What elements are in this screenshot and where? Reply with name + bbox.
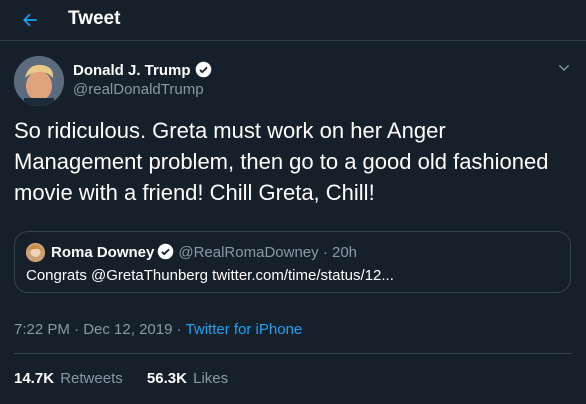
retweets-label: Retweets	[60, 370, 123, 387]
quote-author-handle: @RealRomaDowney	[178, 244, 319, 261]
tweet-date[interactable]: Dec 12, 2019	[83, 321, 172, 338]
retweets-count: 14.7K	[14, 370, 55, 387]
retweets-stat[interactable]: 14.7K Retweets	[14, 370, 127, 387]
timestamp-separator: ·	[74, 321, 80, 338]
avatar[interactable]	[14, 56, 64, 106]
avatar-image	[14, 56, 64, 106]
back-arrow-icon[interactable]	[20, 10, 40, 30]
likes-stat[interactable]: 56.3K Likes	[147, 370, 228, 387]
author-name[interactable]: Donald J. Trump	[73, 62, 191, 79]
quote-author-name: Roma Downey	[51, 244, 155, 261]
tweet-text: So ridiculous. Greta must work on her An…	[14, 118, 549, 205]
quote-separator: ·	[322, 244, 328, 261]
engagement-stats: 14.7K Retweets 56.3K Likes	[14, 370, 248, 387]
source-separator: ·	[176, 321, 182, 338]
quoted-tweet[interactable]: Roma Downey @RealRomaDowney · 20h Congra…	[14, 231, 571, 293]
likes-count: 56.3K	[146, 370, 187, 387]
tweet-time[interactable]: 7:22 PM	[14, 321, 70, 338]
quote-text: Congrats @GretaThunberg twitter.com/time…	[26, 267, 394, 284]
quote-avatar-image	[26, 243, 45, 262]
chevron-down-icon[interactable]	[556, 60, 572, 76]
verified-badge-icon	[158, 243, 174, 260]
likes-label: Likes	[193, 370, 229, 387]
tweet-timestamp: 7:22 PM · Dec 12, 2019 · Twitter for iPh…	[14, 321, 302, 338]
author-handle[interactable]: @realDonaldTrump	[73, 81, 204, 98]
tweet-source-link[interactable]: Twitter for iPhone	[186, 321, 303, 338]
divider	[14, 353, 572, 354]
verified-badge-icon	[195, 61, 211, 78]
quote-header: Roma Downey @RealRomaDowney · 20h	[51, 243, 357, 261]
top-bar: Tweet	[0, 0, 586, 41]
page-title: Tweet	[68, 8, 121, 29]
quote-age: 20h	[331, 244, 358, 261]
author-name-line[interactable]: Donald J. Trump	[73, 61, 212, 79]
quote-avatar	[26, 243, 45, 262]
